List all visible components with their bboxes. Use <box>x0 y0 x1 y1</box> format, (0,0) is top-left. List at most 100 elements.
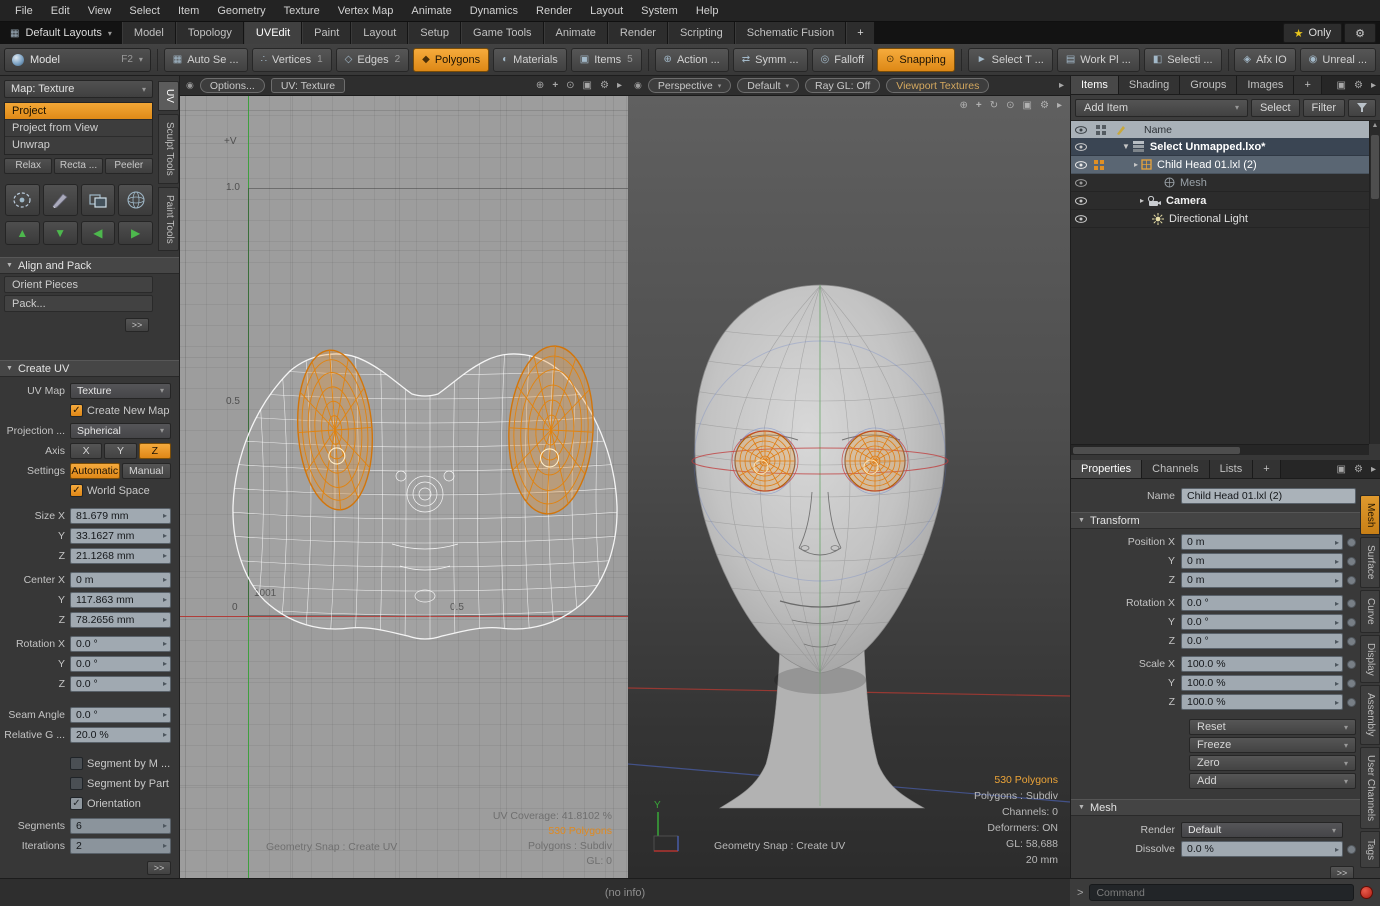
uv-sphere-tool-button[interactable] <box>118 184 153 216</box>
tab-paint[interactable]: Paint <box>302 22 351 44</box>
uv-options-button[interactable]: Options... <box>200 78 265 93</box>
unwrap-tool-button[interactable]: Unwrap <box>5 137 152 154</box>
filter-funnel-button[interactable] <box>1348 99 1376 117</box>
eye-icon[interactable] <box>1071 215 1090 223</box>
menu-dynamics[interactable]: Dynamics <box>461 0 527 22</box>
tab-layout[interactable]: Layout <box>351 22 408 44</box>
shift-left-button[interactable]: ◀ <box>81 221 116 245</box>
mini-slider-icon[interactable]: ▸ <box>1335 618 1339 627</box>
tab-channels[interactable]: Channels <box>1142 460 1209 478</box>
unreal-bridge-button[interactable]: ◉Unreal ... <box>1300 48 1376 72</box>
work-plane-button[interactable]: ▤Work Pl ... <box>1057 48 1140 72</box>
channel-dot[interactable] <box>1347 576 1356 585</box>
item-list-horizontal-scrollbar[interactable] <box>1071 444 1369 455</box>
channel-dot[interactable] <box>1347 599 1356 608</box>
rotation-y-field[interactable]: 0.0 °▸ <box>70 656 171 672</box>
afx-io-button[interactable]: ◈Afx IO <box>1234 48 1295 72</box>
maximize-icon[interactable]: ▣ <box>583 80 592 91</box>
menu-geometry[interactable]: Geometry <box>208 0 274 22</box>
add-layout-tab-button[interactable]: + <box>846 22 874 44</box>
transform-section-header[interactable]: ▼ Transform <box>1071 512 1380 529</box>
tab-groups[interactable]: Groups <box>1180 76 1237 94</box>
more-arrow-icon[interactable]: ▸ <box>1371 464 1376 475</box>
command-input[interactable] <box>1089 884 1354 901</box>
perspective-3d-viewport[interactable]: ◉ Perspective▾ Default▾ Ray GL: Off View… <box>628 76 1070 878</box>
position-y-field[interactable]: 0 m▸ <box>1181 553 1343 569</box>
viewport-menu-icon[interactable]: ◉ <box>634 80 642 91</box>
tab-topology[interactable]: Topology <box>176 22 244 44</box>
mini-slider-icon[interactable]: ▸ <box>1335 637 1339 646</box>
segment-by-part-checkbox[interactable] <box>70 777 83 790</box>
falloff-button[interactable]: ◎Falloff <box>812 48 874 72</box>
zero-button[interactable]: Zero▾ <box>1189 755 1356 771</box>
tab-model[interactable]: Model <box>122 22 176 44</box>
twirl-closed-icon[interactable]: ▸ <box>1140 196 1144 205</box>
channel-dot[interactable] <box>1347 637 1356 646</box>
side-tab-paint-tools[interactable]: Paint Tools <box>158 187 179 252</box>
side-tab-uv[interactable]: UV <box>158 81 179 111</box>
3d-canvas[interactable]: ⊕ + ↻ ⊙ ▣ ⚙ ▸ <box>628 96 1070 878</box>
menu-texture[interactable]: Texture <box>275 0 329 22</box>
item-name-field[interactable]: Child Head 01.lxl (2) <box>1181 488 1356 504</box>
default-layouts-selector[interactable]: ▦ Default Layouts ▾ <box>0 22 122 44</box>
zoom-in-icon[interactable]: ⊕ <box>960 100 968 111</box>
tab-images[interactable]: Images <box>1237 76 1294 94</box>
align-more-button[interactable]: >> <box>125 318 149 332</box>
tab-properties[interactable]: Properties <box>1071 460 1142 478</box>
channel-dot[interactable] <box>1347 557 1356 566</box>
mini-slider-icon[interactable]: ▸ <box>1335 660 1339 669</box>
selection-sets-button[interactable]: ◧Selecti ... <box>1144 48 1222 72</box>
zoom-in-icon[interactable]: ⊕ <box>536 80 544 91</box>
menu-vertex-map[interactable]: Vertex Map <box>329 0 403 22</box>
vertices-mode-button[interactable]: ∴Vertices1 <box>252 48 332 72</box>
gear-icon[interactable]: ⚙ <box>1354 464 1363 475</box>
axis-z-button[interactable]: Z <box>139 443 171 459</box>
center-x-field[interactable]: 0 m▸ <box>70 572 171 588</box>
mini-slider-icon[interactable]: ▸ <box>163 511 167 520</box>
channel-dot[interactable] <box>1347 538 1356 547</box>
uv-map-dropdown[interactable]: Texture▾ <box>70 383 171 399</box>
position-z-field[interactable]: 0 m▸ <box>1181 572 1343 588</box>
segments-field[interactable]: 6▸ <box>70 818 171 834</box>
edges-mode-button[interactable]: ◇Edges2 <box>336 48 409 72</box>
side-tab-surface[interactable]: Surface <box>1360 537 1380 587</box>
mesh-more-button[interactable]: >> <box>1330 866 1354 878</box>
view-type-dropdown[interactable]: Perspective▾ <box>648 78 731 93</box>
create-uv-more-button[interactable]: >> <box>147 861 171 875</box>
render-dropdown[interactable]: Default▾ <box>1181 822 1343 838</box>
tab-lists[interactable]: Lists <box>1210 460 1254 478</box>
uv-editor-viewport[interactable]: ◉ Options... UV: Texture ⊕ + ⊙ ▣ ⚙ ▸ +V … <box>180 76 628 878</box>
side-tab-curve[interactable]: Curve <box>1360 590 1380 633</box>
mini-slider-icon[interactable]: ▸ <box>163 659 167 668</box>
tab-setup[interactable]: Setup <box>408 22 461 44</box>
ellipse-select-tool-button[interactable] <box>5 184 40 216</box>
mini-slider-icon[interactable]: ▸ <box>163 679 167 688</box>
dissolve-field[interactable]: 0.0 %▸ <box>1181 841 1343 857</box>
center-z-field[interactable]: 78.2656 mm▸ <box>70 612 171 628</box>
side-tab-tags[interactable]: Tags <box>1360 831 1380 868</box>
auto-select-button[interactable]: ▦Auto Se ... <box>164 48 248 72</box>
maximize-icon[interactable]: ▣ <box>1023 100 1032 111</box>
items-mode-button[interactable]: ▣Items5 <box>571 48 642 72</box>
gear-icon[interactable]: ⚙ <box>1354 80 1363 91</box>
tab-animate[interactable]: Animate <box>544 22 608 44</box>
mesh-child-row[interactable]: Mesh <box>1071 174 1380 192</box>
create-uv-header[interactable]: ▼ Create UV <box>0 360 179 377</box>
mini-slider-icon[interactable]: ▸ <box>163 575 167 584</box>
vertex-map-selector[interactable]: Map: Texture ▾ <box>4 80 153 98</box>
eye-icon[interactable] <box>1071 143 1090 151</box>
mini-slider-icon[interactable]: ▸ <box>163 615 167 624</box>
tab-schematic-fusion[interactable]: Schematic Fusion <box>735 22 846 44</box>
pan-icon[interactable]: + <box>552 80 558 91</box>
seam-angle-field[interactable]: 0.0 °▸ <box>70 707 171 723</box>
settings-manual-button[interactable]: Manual <box>122 463 172 479</box>
mini-slider-icon[interactable]: ▸ <box>163 639 167 648</box>
iterations-field[interactable]: 2▸ <box>70 838 171 854</box>
side-tab-mesh[interactable]: Mesh <box>1360 495 1380 535</box>
position-x-field[interactable]: 0 m▸ <box>1181 534 1343 550</box>
axis-y-button[interactable]: Y <box>104 443 136 459</box>
scrollbar-thumb[interactable] <box>1371 135 1379 199</box>
rotate-icon[interactable]: ↻ <box>990 100 998 111</box>
rotation-z-field[interactable]: 0.0 °▸ <box>70 676 171 692</box>
more-arrow-icon[interactable]: ▸ <box>1057 100 1062 111</box>
